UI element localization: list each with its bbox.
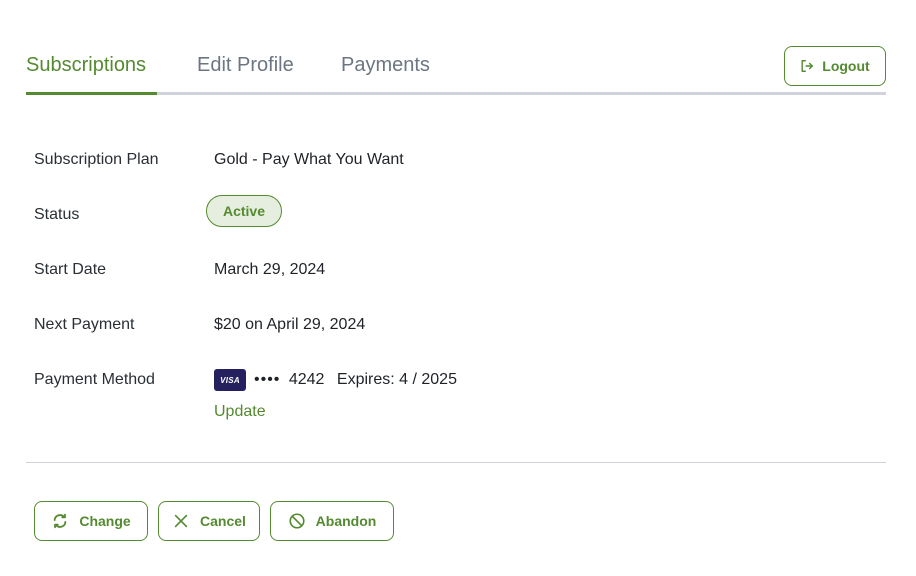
- tab-label: Payments: [341, 54, 430, 76]
- tab-bar: Subscriptions Edit Profile Payments: [26, 46, 886, 95]
- payment-method-label: Payment Method: [34, 371, 155, 388]
- plan-value: Gold - Pay What You Want: [214, 151, 404, 168]
- card-expiry: Expires: 4 / 2025: [336, 371, 457, 388]
- status-badge: Active: [206, 195, 282, 227]
- status-label: Status: [34, 206, 80, 223]
- update-payment-link[interactable]: Update: [214, 403, 266, 421]
- logout-label: Logout: [822, 58, 870, 74]
- cancel-button[interactable]: Cancel: [158, 501, 260, 541]
- start-date-value: March 29, 2024: [214, 261, 326, 278]
- tab-label: Subscriptions: [26, 54, 147, 76]
- start-date-label: Start Date: [34, 261, 107, 278]
- tab-payments[interactable]: Payments: [341, 54, 430, 77]
- section-divider: [26, 462, 886, 463]
- close-icon: [174, 514, 188, 528]
- active-tab-indicator: [26, 92, 157, 95]
- tab-label: Edit Profile: [197, 54, 294, 76]
- logout-button[interactable]: Logout: [784, 46, 886, 86]
- status-badge-text: Active: [222, 203, 266, 219]
- plan-label: Subscription Plan: [34, 151, 159, 168]
- next-payment-label: Next Payment: [34, 316, 135, 333]
- refresh-icon: [54, 513, 67, 529]
- next-payment-value: $20 on April 29, 2024: [214, 316, 366, 333]
- card-details: •••• 4242 Expires: 4 / 2025: [254, 371, 457, 389]
- card-mask: ••••: [254, 371, 281, 388]
- tab-edit-profile[interactable]: Edit Profile: [197, 54, 294, 77]
- tab-subscriptions[interactable]: Subscriptions: [26, 54, 146, 77]
- card-last4: 4242: [288, 371, 325, 388]
- card-brand: VISA: [220, 375, 240, 385]
- change-button[interactable]: Change: [34, 501, 148, 541]
- change-label: Change: [79, 513, 131, 529]
- logout-icon: [801, 60, 814, 72]
- visa-card-icon: VISA: [214, 369, 246, 391]
- cancel-label: Cancel: [200, 513, 246, 529]
- abandon-button[interactable]: Abandon: [270, 501, 394, 541]
- abandon-label: Abandon: [315, 513, 377, 529]
- prohibited-icon: [289, 513, 305, 529]
